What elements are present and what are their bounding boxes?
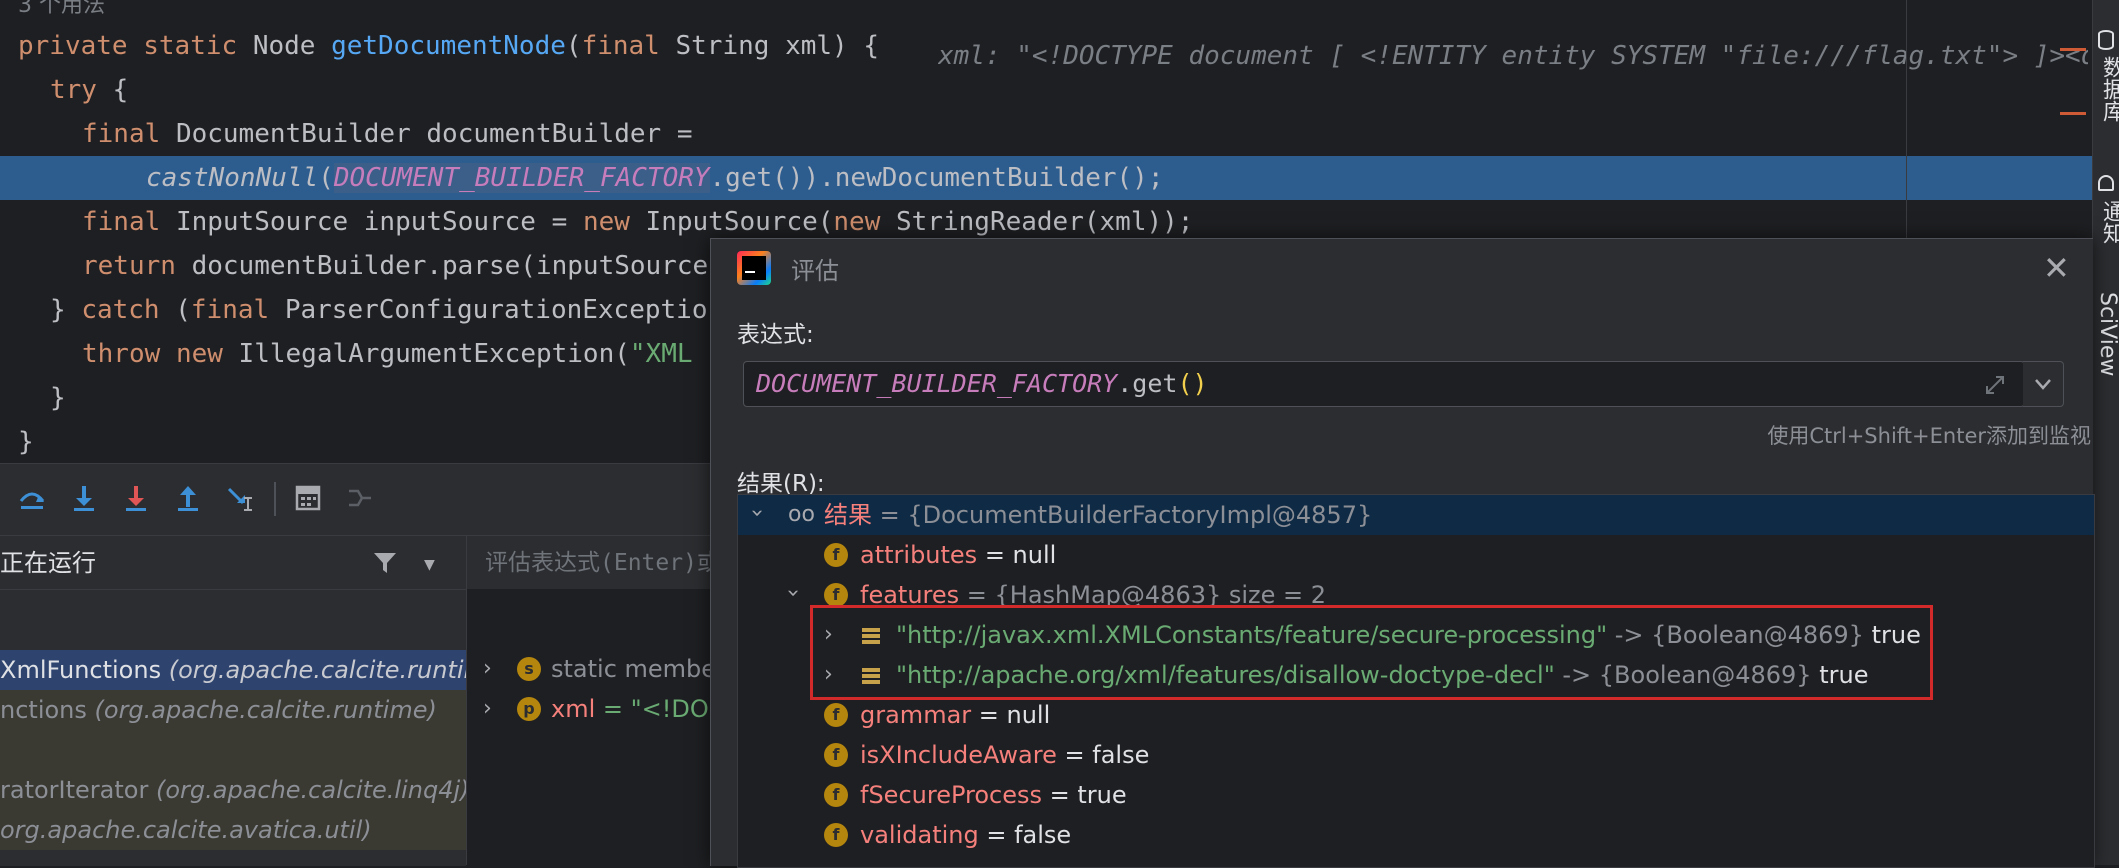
step-out-icon[interactable] [168, 478, 208, 518]
tree-row[interactable]: f attributes = null [738, 535, 2094, 575]
chevron-down-icon[interactable]: › [772, 589, 812, 598]
chevron-right-icon[interactable]: › [824, 615, 833, 655]
history-dropdown[interactable] [2023, 361, 2064, 407]
evaluate-dialog: 评估 ✕ 表达式: DOCUMENT_BUILDER_FACTORY.get()… [710, 238, 2095, 868]
close-icon[interactable]: ✕ [2043, 249, 2070, 287]
bell-icon[interactable] [2098, 175, 2114, 191]
intellij-logo-icon [737, 251, 771, 285]
field-icon: f [824, 583, 848, 607]
tree-row-map-entry[interactable]: › "http://apache.org/xml/features/disall… [738, 655, 2094, 695]
result-label: 结果(R): [737, 471, 825, 497]
step-into-icon[interactable] [64, 478, 104, 518]
code-line-3: final DocumentBuilder documentBuilder = [82, 119, 693, 149]
toolbar-separator [274, 482, 276, 516]
tree-row[interactable]: › f features = {HashMap@4863} size = 2 [738, 575, 2094, 615]
variables-header: 评估表达式(Enter)或 [466, 535, 720, 590]
code-line-10: } [18, 427, 34, 457]
param: String xml) { [675, 31, 880, 61]
force-step-into-icon[interactable] [116, 478, 156, 518]
dialog-title: 评估 [791, 257, 839, 285]
watch-hint: 使用Ctrl+Shift+Enter添加到监视 [1767, 424, 2091, 448]
field-icon: f [824, 543, 848, 567]
variable-row[interactable]: › s static member [467, 649, 726, 689]
field-icon: f [824, 703, 848, 727]
tree-row-map-entry[interactable]: › "http://javax.xml.XMLConstants/feature… [738, 615, 2094, 655]
code-line-4-highlighted: castNonNull(DOCUMENT_BUILDER_FACTORY.get… [0, 156, 2092, 200]
sciview-tool-label[interactable]: SciView [2095, 292, 2119, 376]
thread-status-label: 正在运行 [0, 549, 96, 577]
expression-input[interactable]: DOCUMENT_BUILDER_FACTORY.get() [743, 361, 2025, 407]
database-icon[interactable] [2098, 30, 2114, 50]
frame-item[interactable]: ratorIterator (org.apache.calcite.linq4j… [0, 770, 466, 810]
expand-icon[interactable] [1984, 374, 2006, 400]
error-stripe-mark[interactable] [2060, 48, 2086, 51]
method-name: getDocumentNode [331, 31, 566, 61]
tree-row-root[interactable]: › oo 结果 = {DocumentBuilderFactoryImpl@48… [738, 495, 2094, 535]
frames-panel: XmlFunctions (org.apache.calcite.runtim … [0, 589, 466, 866]
evaluate-input[interactable]: 评估表达式(Enter)或 [485, 536, 720, 590]
step-over-icon[interactable] [12, 478, 52, 518]
chevron-down-icon [2035, 379, 2051, 390]
trace-stream-icon[interactable] [340, 478, 380, 518]
chevron-right-icon[interactable]: › [824, 655, 833, 695]
keyword: private [18, 31, 128, 61]
variables-panel: › s static member › p xml = "<!DOC [466, 589, 726, 865]
static-icon: s [517, 657, 541, 681]
evaluate-expression-icon[interactable] [288, 478, 328, 518]
filter-icon[interactable] [372, 550, 398, 580]
keyword: final [581, 31, 660, 61]
tree-row[interactable]: f isXIncludeAware = false [738, 735, 2094, 775]
chevron-right-icon[interactable]: › [483, 649, 492, 689]
code-line-7: } catch (final ParserConfigurationExcept… [50, 295, 708, 325]
chevron-down-icon[interactable]: ▼ [424, 554, 435, 575]
tree-row[interactable]: f validating = false [738, 815, 2094, 855]
frame-item[interactable]: XmlFunctions (org.apache.calcite.runtim [0, 650, 466, 690]
frame-item[interactable]: nctions (org.apache.calcite.runtime) [0, 690, 466, 730]
watch-glasses-icon: oo [788, 502, 815, 527]
map-entry-icon [862, 668, 880, 684]
frame-row-spacer [0, 730, 466, 770]
map-entry-icon [862, 628, 880, 644]
tree-row[interactable]: f grammar = null [738, 695, 2094, 735]
error-stripe-mark[interactable] [2060, 112, 2086, 115]
right-tool-strip: 数据库 通知 SciView [2092, 0, 2119, 865]
notifications-tool-label[interactable]: 通知 [2095, 200, 2119, 244]
parameter-icon: p [517, 697, 541, 721]
result-tree: › oo 结果 = {DocumentBuilderFactoryImpl@48… [737, 494, 2095, 868]
code-line-6: return documentBuilder.parse(inputSource [82, 251, 709, 281]
tree-row[interactable]: f fSecureProcess = true [738, 775, 2094, 815]
expression-label: 表达式: [737, 322, 814, 348]
chevron-down-icon[interactable]: › [738, 509, 776, 518]
code-line-8: throw new IllegalArgumentException("XML [82, 339, 693, 369]
type: Node [252, 31, 316, 61]
debug-toolbar [0, 463, 710, 536]
chevron-right-icon[interactable]: › [483, 689, 492, 729]
field-icon: f [824, 743, 848, 767]
keyword: static [143, 31, 238, 61]
variable-row[interactable]: › p xml = "<!DOC [467, 689, 726, 729]
code-line-9: } [50, 383, 66, 413]
inline-value-hint: xml: "<!DOCTYPE document [ <!ENTITY enti… [938, 41, 2088, 71]
database-tool-label[interactable]: 数据库 [2095, 56, 2119, 122]
code-line-2: try { [50, 75, 129, 105]
frames-header: 正在运行 ▼ [0, 535, 466, 590]
run-to-cursor-icon[interactable] [220, 478, 260, 518]
frame-item[interactable]: org.apache.calcite.avatica.util) [0, 810, 466, 850]
code-line-1: private static Node getDocumentNode(fina… [18, 31, 880, 61]
field-icon: f [824, 823, 848, 847]
field-icon: f [824, 783, 848, 807]
